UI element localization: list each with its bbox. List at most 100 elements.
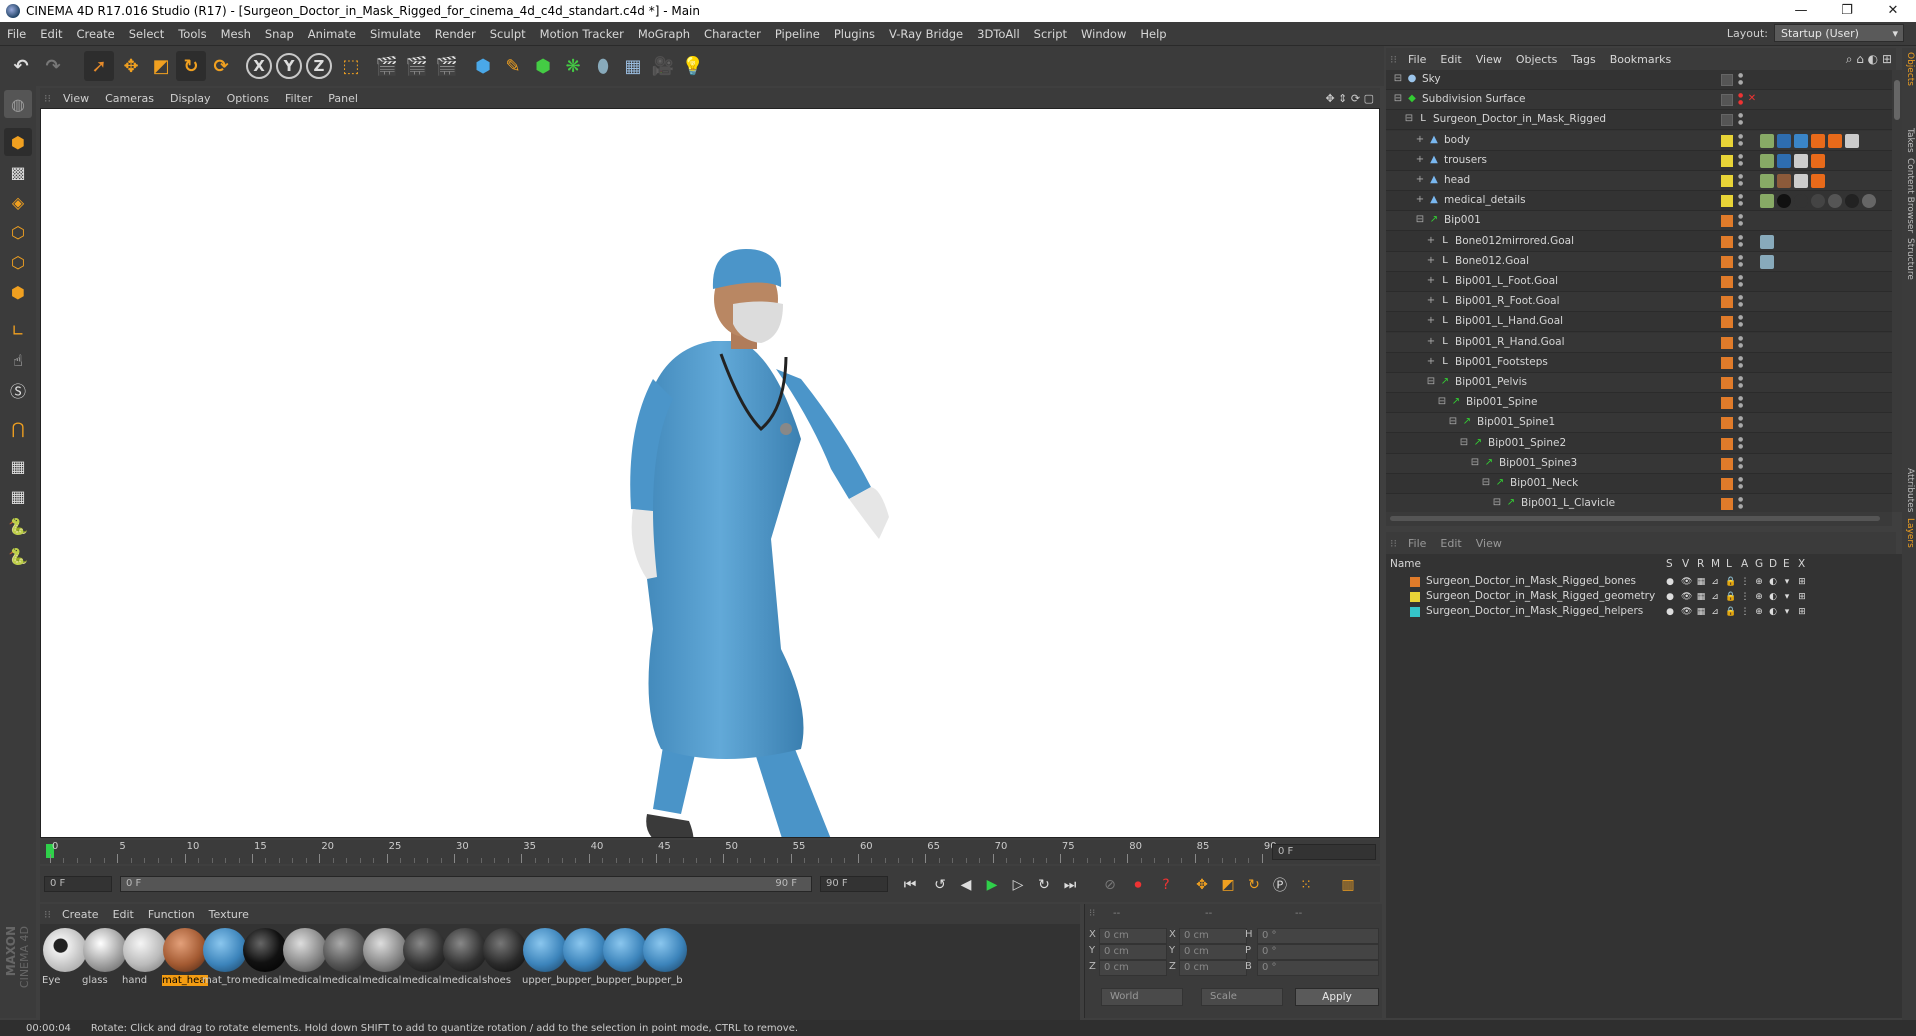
previous-frame-icon[interactable]: ◀ [954, 874, 978, 896]
y-axis-lock[interactable]: Y [276, 53, 302, 79]
material-tag-icon[interactable] [1760, 234, 1774, 249]
workplane-lock-icon[interactable]: ▦ [4, 452, 32, 480]
side-tab-content-browser[interactable]: Content Browser [1903, 158, 1915, 233]
lock-icon[interactable]: 🔒 [1725, 577, 1736, 587]
side-tab-structure[interactable]: Structure [1903, 238, 1915, 280]
menu-window[interactable]: Window [1074, 27, 1133, 41]
menu-sculpt[interactable]: Sculpt [483, 27, 533, 41]
tree-expand-icon[interactable]: ⊟ [1447, 416, 1459, 428]
polygons-mode-icon[interactable]: ⬢ [4, 278, 32, 306]
material-tag-icon[interactable] [1828, 194, 1842, 209]
layer-color-swatch[interactable] [1721, 296, 1733, 309]
layer-color-swatch[interactable] [1721, 255, 1733, 268]
go-to-end-icon[interactable]: ⏭ [1058, 874, 1082, 896]
material-tag-icon[interactable] [1777, 174, 1791, 188]
tweak-mode-icon[interactable]: ☝ [4, 346, 32, 374]
menu-v-ray-bridge[interactable]: V-Ray Bridge [882, 27, 970, 41]
deformer-icon[interactable]: ◐ [1768, 607, 1778, 617]
previous-key-icon[interactable]: ↺ [928, 874, 952, 896]
solo-mode-icon[interactable]: Ⓢ [4, 376, 32, 404]
edges-mode-icon[interactable]: ⬡ [4, 248, 32, 276]
material-tag-icon[interactable] [1794, 153, 1808, 168]
keyframe-selection-icon[interactable]: ? [1154, 874, 1178, 896]
layer-color-swatch[interactable] [1721, 437, 1733, 450]
recent-tool-icon[interactable]: ⟳ [206, 51, 236, 81]
record-parameter-icon[interactable]: Ⓟ [1268, 874, 1292, 896]
object-row[interactable]: + L Bip001_Footsteps ● ● [1386, 352, 1892, 373]
tree-expand-icon[interactable]: + [1414, 134, 1426, 146]
layer-color-swatch[interactable] [1721, 478, 1733, 490]
layer-toggle-icon[interactable] [1721, 94, 1733, 107]
animation-icon[interactable]: ⋮ [1740, 577, 1750, 587]
visibility-dots-icon[interactable]: ● ● [1738, 133, 1743, 147]
tree-expand-icon[interactable]: + [1425, 315, 1437, 327]
menu-help[interactable]: Help [1133, 27, 1173, 41]
disabled-x-icon[interactable]: ✕ [1746, 93, 1758, 105]
minimize-button[interactable]: — [1778, 0, 1824, 22]
layer-color-swatch[interactable] [1721, 397, 1733, 410]
viewport-menu-panel[interactable]: Panel [320, 92, 366, 105]
object-menu-edit[interactable]: Edit [1433, 53, 1468, 66]
subdivision-generator-icon[interactable]: ⬢ [528, 51, 558, 81]
layer-color-swatch[interactable] [1721, 336, 1733, 349]
side-tab-attributes[interactable]: Attributes [1903, 468, 1915, 512]
material-swatch[interactable]: upper_b [642, 928, 688, 986]
python-console-icon[interactable]: 🐍 [4, 542, 32, 570]
solo-icon[interactable]: ● [1665, 607, 1675, 617]
visibility-dots-icon[interactable]: ● ● [1738, 415, 1743, 429]
deformer-icon[interactable]: ◐ [1768, 592, 1778, 602]
animation-icon[interactable]: ⋮ [1740, 607, 1750, 617]
menu-select[interactable]: Select [122, 27, 171, 41]
current-frame-field[interactable]: 0 F [1272, 844, 1376, 860]
go-to-start-icon[interactable]: ⏮ [898, 874, 922, 896]
layer-color-swatch[interactable] [1721, 215, 1733, 228]
render-icon[interactable]: ▦ [1696, 577, 1706, 587]
object-row[interactable]: ⊟ ↗ Bip001_Spine2 ● ● [1386, 433, 1892, 454]
object-manager-hscrollbar[interactable] [1386, 512, 1892, 526]
coord-value-field[interactable]: 0 cm [1179, 944, 1247, 960]
timeline-window-icon[interactable]: ▥ [1336, 874, 1360, 896]
object-manager-search-icons[interactable]: ⌕ ⌂ ◐ ⊞ [1846, 52, 1892, 67]
object-row[interactable]: ⊟ ↗ Bip001_Pelvis ● ● [1386, 373, 1892, 393]
model-mode-icon[interactable]: ⬢ [4, 128, 32, 156]
coord-value-field[interactable]: 0 cm [1179, 928, 1247, 944]
layer-menu-file[interactable]: File [1401, 537, 1433, 550]
material-tag-icon[interactable] [1811, 174, 1825, 188]
material-tag-icon[interactable] [1794, 133, 1808, 148]
drag-handle-icon[interactable]: ⁝⁝ [1386, 537, 1401, 550]
material-tag-icon[interactable] [1760, 254, 1774, 269]
layout-dropdown[interactable]: Startup (User) [1774, 24, 1904, 42]
material-menu-function[interactable]: Function [141, 908, 202, 921]
lock-icon[interactable]: 🔒 [1725, 592, 1736, 602]
autokeying-icon[interactable]: ⏺ [1126, 874, 1150, 896]
points-mode-icon[interactable]: ⬡ [4, 218, 32, 246]
object-row[interactable]: ⊟ ◆ Subdivision Surface ● ● ✕ [1386, 90, 1892, 111]
make-editable-icon[interactable]: ◍ [4, 90, 32, 118]
generator-icon[interactable]: ⊕ [1754, 607, 1764, 617]
tree-expand-icon[interactable]: + [1425, 255, 1437, 267]
object-menu-tags[interactable]: Tags [1564, 53, 1602, 66]
start-frame-field[interactable]: 0 F [44, 876, 112, 892]
next-frame-icon[interactable]: ▷ [1006, 874, 1030, 896]
material-tag-icon[interactable] [1760, 194, 1774, 209]
menu-snap[interactable]: Snap [258, 27, 301, 41]
undo-icon[interactable]: ↶ [6, 51, 36, 81]
layer-menu-view[interactable]: View [1469, 537, 1509, 550]
object-row[interactable]: + L Bip001_R_Hand.Goal ● ● [1386, 332, 1892, 353]
x-axis-lock[interactable]: X [246, 53, 272, 79]
layer-color-swatch[interactable] [1721, 235, 1733, 248]
z-axis-lock[interactable]: Z [306, 53, 332, 79]
record-rotation-icon[interactable]: ↻ [1242, 874, 1266, 896]
visibility-dots-icon[interactable]: ● ● [1738, 153, 1743, 167]
material-tag-icon[interactable] [1828, 133, 1842, 148]
visibility-dots-icon[interactable]: ● ● [1738, 496, 1743, 510]
material-tag-icon[interactable] [1777, 194, 1791, 209]
material-tag-icon[interactable] [1794, 174, 1808, 188]
menu-motion-tracker[interactable]: Motion Tracker [533, 27, 631, 41]
layer-color-swatch[interactable] [1721, 175, 1733, 187]
layer-color-swatch[interactable] [1721, 356, 1733, 369]
object-row[interactable]: ⊟ ↗ Bip001 ● ● [1386, 211, 1892, 232]
layer-color-swatch[interactable] [1721, 316, 1733, 329]
object-row[interactable]: ⊟ ● Sky ● ● [1386, 70, 1892, 90]
manager-icon[interactable]: ⊿ [1710, 577, 1720, 587]
